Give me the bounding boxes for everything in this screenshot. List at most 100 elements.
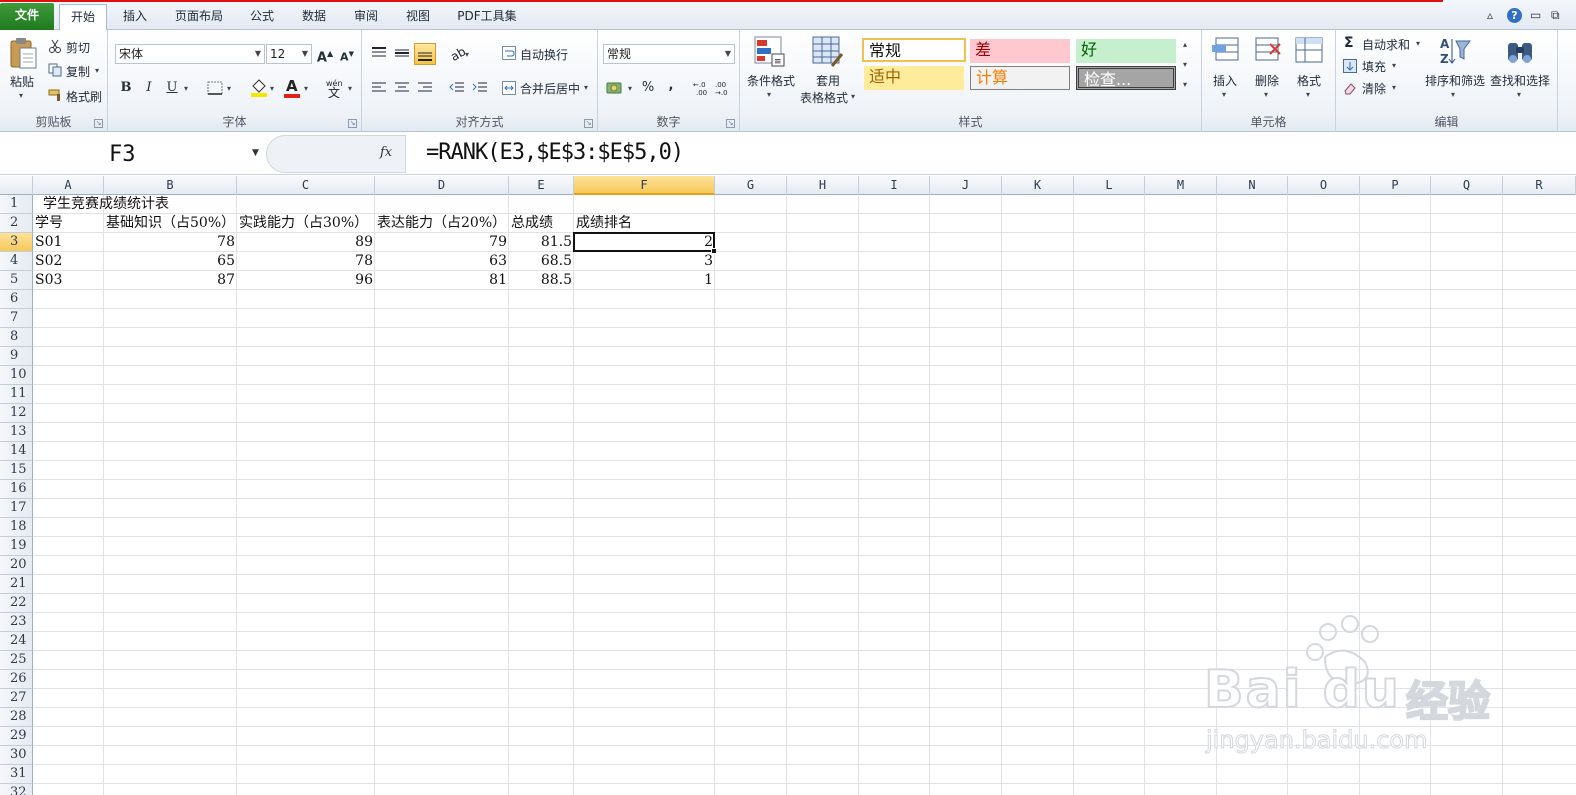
sort-filter-dropdown-icon[interactable]: ▾ (1451, 90, 1455, 99)
accounting-format-icon[interactable] (606, 80, 626, 96)
comma-button[interactable]: , (661, 76, 681, 96)
cell-f4[interactable]: 3 (574, 252, 715, 271)
name-box[interactable]: F3 ▼ (0, 133, 266, 175)
cell-a2[interactable]: 学号 (33, 214, 104, 233)
column-header-n[interactable]: N (1217, 176, 1288, 195)
bold-button[interactable]: B (116, 78, 136, 98)
number-format-dropdown[interactable]: 常规 ▼ (603, 44, 735, 64)
align-left-icon[interactable] (371, 81, 387, 95)
borders-dropdown-icon[interactable]: ▾ (227, 84, 231, 93)
conditional-formatting-button[interactable]: 条件格式 (747, 72, 795, 89)
find-select-dropdown-icon[interactable]: ▾ (1517, 90, 1521, 99)
format-dropdown-icon[interactable]: ▾ (1306, 90, 1310, 99)
select-all-corner[interactable] (0, 176, 33, 195)
cell-d3[interactable]: 79 (375, 233, 509, 252)
fill-dropdown-icon[interactable]: ▾ (1392, 61, 1396, 70)
column-header-b[interactable]: B (104, 176, 237, 195)
row-header-29[interactable]: 29 (0, 727, 33, 746)
underline-button[interactable]: U (162, 78, 182, 98)
cell-a4[interactable]: S02 (33, 252, 104, 271)
percent-button[interactable]: % (638, 78, 658, 98)
column-header-q[interactable]: Q (1431, 176, 1503, 195)
column-header-f[interactable]: F (574, 176, 715, 195)
tab-file[interactable]: 文件 (0, 3, 54, 30)
row-header-13[interactable]: 13 (0, 423, 33, 442)
phonetic-icon[interactable]: wén 文 (324, 77, 346, 100)
cell-e3[interactable]: 81.5 (509, 233, 574, 252)
copy-dropdown-icon[interactable]: ▾ (95, 66, 99, 75)
wrap-text-button[interactable]: 自动换行 (520, 46, 568, 63)
row-header-9[interactable]: 9 (0, 347, 33, 366)
format-cells-icon[interactable] (1294, 36, 1326, 66)
delete-dropdown-icon[interactable]: ▾ (1264, 90, 1268, 99)
decrease-indent-icon[interactable] (449, 81, 465, 95)
orientation-icon[interactable]: ab ▾ (448, 44, 470, 64)
row-header-28[interactable]: 28 (0, 708, 33, 727)
column-header-l[interactable]: L (1074, 176, 1145, 195)
cell-f5[interactable]: 1 (574, 271, 715, 290)
clear-button[interactable]: 清除 (1362, 80, 1386, 97)
minimize-icon[interactable]: ▭ (1530, 8, 1541, 22)
row-header-21[interactable]: 21 (0, 575, 33, 594)
copy-button[interactable]: 复制 (66, 63, 90, 80)
delete-cells-icon[interactable] (1252, 36, 1284, 66)
row-header-7[interactable]: 7 (0, 309, 33, 328)
alignment-launcher-icon[interactable]: ↘ (584, 119, 593, 128)
row-header-25[interactable]: 25 (0, 651, 33, 670)
chevron-down-icon[interactable]: ▼ (252, 148, 259, 158)
cell-b5[interactable]: 87 (104, 271, 237, 290)
paste-icon[interactable] (8, 36, 38, 72)
collapse-ribbon-icon[interactable]: ▵ (1487, 8, 1493, 22)
row-header-4[interactable]: 4 (0, 252, 33, 271)
cell-a5[interactable]: S03 (33, 271, 104, 290)
row-header-16[interactable]: 16 (0, 480, 33, 499)
cell-d5[interactable]: 81 (375, 271, 509, 290)
format-painter-icon[interactable] (48, 88, 64, 102)
fill-color-dropdown-icon[interactable]: ▾ (270, 84, 274, 93)
font-launcher-icon[interactable]: ↘ (348, 119, 357, 128)
tab-view[interactable]: 视图 (397, 4, 439, 30)
row-header-8[interactable]: 8 (0, 328, 33, 347)
font-color-dropdown-icon[interactable]: ▾ (304, 84, 308, 93)
cell-c3[interactable]: 89 (237, 233, 375, 252)
row-header-20[interactable]: 20 (0, 556, 33, 575)
gallery-more-icon[interactable]: ▾ (1183, 80, 1187, 89)
fill-color-icon[interactable] (250, 78, 268, 98)
style-good[interactable]: 好 (1076, 39, 1176, 63)
number-launcher-icon[interactable]: ↘ (726, 119, 735, 128)
clipboard-launcher-icon[interactable]: ↘ (94, 119, 103, 128)
gallery-up-icon[interactable]: ▴ (1183, 40, 1187, 49)
cell-b3[interactable]: 78 (104, 233, 237, 252)
grow-font-icon[interactable]: A▲ (315, 44, 335, 65)
align-middle-icon[interactable] (394, 46, 410, 60)
font-size-dropdown[interactable]: 12 ▼ (266, 44, 312, 64)
tab-home[interactable]: 开始 (59, 4, 107, 31)
column-header-e[interactable]: E (509, 176, 574, 195)
fill-icon[interactable] (1343, 59, 1357, 73)
align-right-icon[interactable] (417, 81, 433, 95)
row-header-30[interactable]: 30 (0, 746, 33, 765)
insert-dropdown-icon[interactable]: ▾ (1222, 90, 1226, 99)
clear-icon[interactable] (1343, 81, 1357, 95)
row-header-24[interactable]: 24 (0, 632, 33, 651)
row-header-14[interactable]: 14 (0, 442, 33, 461)
column-header-h[interactable]: H (787, 176, 859, 195)
cell-b2[interactable]: 基础知识（占50%） (104, 214, 237, 233)
cell-e5[interactable]: 88.5 (509, 271, 574, 290)
row-header-19[interactable]: 19 (0, 537, 33, 556)
cell-d2[interactable]: 表达能力（占20%） (375, 214, 509, 233)
borders-icon[interactable] (207, 81, 223, 95)
merge-center-button[interactable]: 合并后居中 (520, 80, 580, 97)
insert-cells-button[interactable]: 插入 (1213, 72, 1237, 89)
column-header-p[interactable]: P (1360, 176, 1431, 195)
row-header-27[interactable]: 27 (0, 689, 33, 708)
accounting-dropdown-icon[interactable]: ▾ (628, 84, 632, 93)
fill-handle[interactable] (711, 248, 717, 254)
merge-dropdown-icon[interactable]: ▾ (584, 83, 588, 92)
row-header-15[interactable]: 15 (0, 461, 33, 480)
column-header-m[interactable]: M (1145, 176, 1217, 195)
cell-e2[interactable]: 总成绩 (509, 214, 574, 233)
cell-c4[interactable]: 78 (237, 252, 375, 271)
column-header-a[interactable]: A (33, 176, 104, 195)
active-cell-border[interactable] (573, 232, 717, 254)
